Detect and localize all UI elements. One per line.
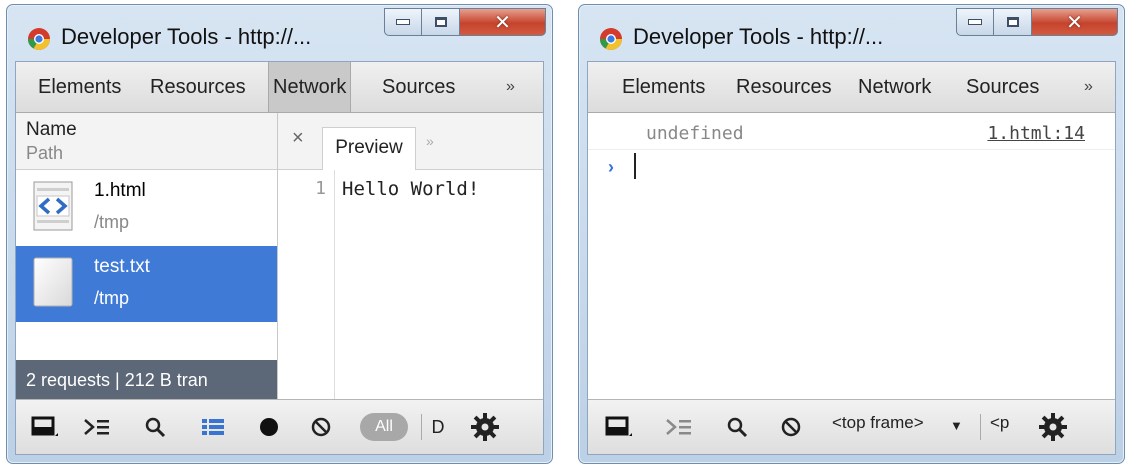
chrome-icon <box>600 28 622 50</box>
request-path: /tmp <box>94 212 130 232</box>
more-tabs-button[interactable]: » <box>506 62 515 112</box>
tab-elements[interactable]: Elements <box>622 62 705 112</box>
column-name-label: Name <box>26 119 77 140</box>
devtools-window-console: Developer Tools - http://... ✕ Elements … <box>578 4 1125 464</box>
console-drawer-button[interactable] <box>80 412 114 442</box>
settings-button[interactable] <box>1036 412 1070 442</box>
dock-toggle-button[interactable] <box>28 412 62 442</box>
status-toolbar: <top frame> ▼ <p <box>588 399 1115 454</box>
search-button[interactable] <box>140 412 170 442</box>
response-preview-panel: × Preview » 1 Hello World! <box>278 113 543 400</box>
source-location-link[interactable]: 1.html:14 <box>987 123 1085 144</box>
request-name: 1.html <box>94 180 146 201</box>
more-preview-tabs-button[interactable]: » <box>426 133 434 149</box>
tab-resources[interactable]: Resources <box>150 62 246 112</box>
network-request-list: Name Path 1.html /tmp test.txt /tmp 2 re… <box>16 113 278 400</box>
console-prompt-icon: › <box>608 157 614 177</box>
console-prompt-icon <box>666 419 691 435</box>
window-title: Developer Tools - http://... <box>633 24 884 49</box>
title-bar[interactable]: Developer Tools - http://... ✕ <box>579 5 1124 65</box>
minimize-button[interactable] <box>956 8 994 36</box>
panel-tabs: Elements Resources Network Sources » <box>588 62 1115 113</box>
network-summary-status: 2 requests | 212 B tran <box>16 360 277 400</box>
record-button[interactable] <box>254 412 284 442</box>
clear-console-button[interactable] <box>776 412 806 442</box>
console-message: undefined 1.html:14 <box>588 113 1115 150</box>
frame-select-clipped[interactable]: <p <box>990 413 1009 433</box>
status-toolbar: All D <box>16 399 543 454</box>
panel-tabs: Elements Resources Network Sources » <box>16 62 543 113</box>
request-row-1-html[interactable]: 1.html /tmp <box>16 170 277 246</box>
toolbar-divider <box>980 414 981 440</box>
close-icon: ✕ <box>1066 10 1083 34</box>
devtools-client-area: Elements Resources Network Sources » und… <box>587 61 1116 455</box>
console-prompt-icon <box>84 419 109 435</box>
gear-icon <box>1039 413 1067 441</box>
dock-icon <box>31 416 58 436</box>
search-icon <box>727 417 748 438</box>
console-panel: undefined 1.html:14 › <box>588 113 1115 400</box>
close-button[interactable]: ✕ <box>460 8 546 36</box>
maximize-button[interactable] <box>994 8 1032 36</box>
line-number: 1 <box>315 178 326 199</box>
tab-elements[interactable]: Elements <box>38 62 121 112</box>
search-button[interactable] <box>722 412 752 442</box>
tab-sources[interactable]: Sources <box>382 62 455 112</box>
title-bar[interactable]: Developer Tools - http://... ✕ <box>7 5 552 65</box>
large-rows-toggle[interactable] <box>196 412 230 442</box>
request-name: test.txt <box>94 256 150 277</box>
chrome-icon <box>28 28 50 50</box>
filter-all-button[interactable]: All <box>360 413 408 441</box>
gear-icon <box>471 413 499 441</box>
console-drawer-button[interactable] <box>662 412 696 442</box>
close-preview-button[interactable]: × <box>292 127 304 150</box>
tab-resources[interactable]: Resources <box>736 62 832 112</box>
frame-context-select[interactable]: <top frame> <box>832 413 924 433</box>
devtools-window-network: Developer Tools - http://... ✕ Elements … <box>6 4 553 464</box>
close-icon: ✕ <box>494 10 511 34</box>
tab-network[interactable]: Network <box>268 62 352 112</box>
clear-icon <box>311 417 331 437</box>
console-output-value: undefined <box>646 123 744 144</box>
minimize-icon <box>968 19 982 25</box>
preview-tab-bar: × Preview » <box>278 113 543 170</box>
request-row-test-txt[interactable]: test.txt /tmp <box>16 246 277 322</box>
filter-type-button-clipped[interactable]: D <box>428 412 448 442</box>
clear-button[interactable] <box>306 412 336 442</box>
more-tabs-button[interactable]: » <box>1084 62 1093 112</box>
tab-preview[interactable]: Preview <box>322 127 416 170</box>
clear-icon <box>781 417 801 437</box>
frame-dropdown-arrow-icon[interactable]: ▼ <box>950 418 963 433</box>
tab-sources[interactable]: Sources <box>966 62 1039 112</box>
html-file-icon <box>33 181 73 231</box>
window-title: Developer Tools - http://... <box>61 24 312 49</box>
column-path-label: Path <box>26 143 64 163</box>
name-column-header[interactable]: Name Path <box>16 113 277 170</box>
dock-toggle-button[interactable] <box>602 412 636 442</box>
maximize-icon <box>1006 17 1019 27</box>
console-input[interactable] <box>634 153 636 179</box>
devtools-client-area: Elements Resources Network Sources » Nam… <box>15 61 544 455</box>
maximize-icon <box>434 17 447 27</box>
search-icon <box>145 417 166 438</box>
record-icon <box>260 418 278 436</box>
line-number-gutter: 1 <box>278 170 335 400</box>
response-content: Hello World! <box>342 178 480 200</box>
close-button[interactable]: ✕ <box>1032 8 1118 36</box>
request-path: /tmp <box>94 288 130 308</box>
list-view-icon <box>202 419 224 435</box>
maximize-button[interactable] <box>422 8 460 36</box>
settings-button[interactable] <box>468 412 502 442</box>
minimize-button[interactable] <box>384 8 422 36</box>
minimize-icon <box>396 19 410 25</box>
text-file-icon <box>33 257 73 307</box>
tab-network[interactable]: Network <box>858 62 931 112</box>
toolbar-divider <box>421 414 422 440</box>
dock-icon <box>605 416 632 436</box>
